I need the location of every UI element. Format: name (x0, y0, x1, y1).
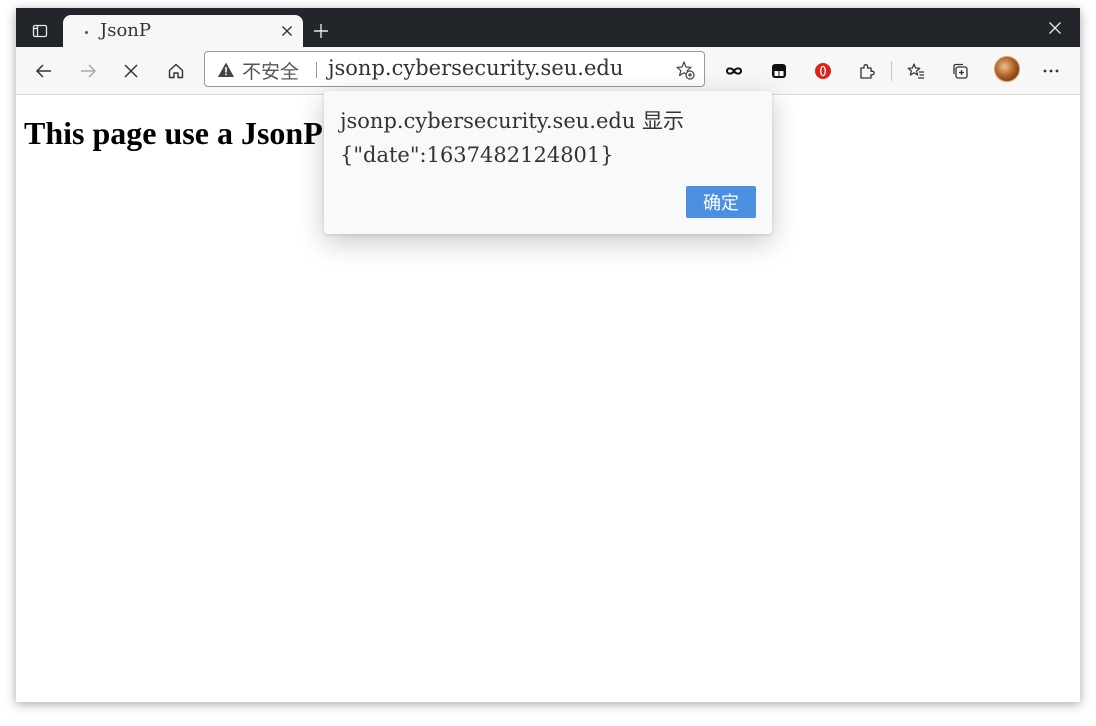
tab-title: JsonP (100, 20, 151, 41)
url-text[interactable]: jsonp.cybersecurity.seu.edu (328, 56, 623, 80)
forward-button[interactable] (73, 56, 103, 86)
arrow-left-icon (35, 64, 51, 78)
toolbar: 不安全 jsonp.cybersecurity.seu.edu (16, 47, 1080, 95)
extension-opera[interactable] (808, 56, 838, 86)
extension-infinity[interactable] (719, 56, 749, 86)
back-button[interactable] (29, 56, 59, 86)
new-tab-button[interactable] (309, 19, 333, 43)
collections-icon (953, 63, 968, 79)
window-close-button[interactable] (1044, 17, 1066, 39)
more-icon (1043, 69, 1059, 73)
close-icon (124, 64, 138, 78)
close-icon (1049, 22, 1061, 34)
collections-button[interactable] (945, 56, 975, 86)
tab-close-button[interactable] (278, 22, 296, 40)
profile-avatar[interactable] (994, 56, 1020, 82)
extension-tab[interactable] (764, 56, 794, 86)
tab-extension-icon (772, 64, 786, 78)
tab-actions-button[interactable] (26, 17, 54, 45)
toolbar-divider (891, 61, 892, 81)
home-button[interactable] (161, 56, 191, 86)
home-icon (168, 63, 184, 79)
plus-icon (314, 24, 328, 38)
stop-button[interactable] (116, 56, 146, 86)
dialog-title: jsonp.cybersecurity.seu.edu 显示 (340, 109, 685, 133)
infinity-icon (725, 67, 743, 75)
address-bar[interactable]: 不安全 jsonp.cybersecurity.seu.edu (204, 51, 705, 87)
loading-dot-icon (85, 31, 88, 34)
more-button[interactable] (1036, 56, 1066, 86)
tab-strip: JsonP (16, 8, 1080, 47)
alert-dialog: jsonp.cybersecurity.seu.edu 显示 {"date":1… (324, 91, 772, 234)
tab-actions-icon (32, 24, 48, 38)
star-list-icon (907, 63, 924, 79)
favorites-button[interactable] (901, 56, 931, 86)
page-heading: This page use a JsonP (24, 115, 323, 151)
opera-icon (815, 63, 831, 79)
extensions-button[interactable] (852, 56, 882, 86)
tab-active[interactable]: JsonP (63, 15, 303, 47)
security-label[interactable]: 不安全 (242, 57, 299, 84)
warning-icon[interactable] (217, 61, 235, 79)
puzzle-icon (860, 64, 875, 79)
star-add-icon[interactable] (675, 60, 695, 80)
address-divider (316, 62, 317, 78)
close-icon (282, 26, 292, 36)
dialog-message: {"date":1637482124801} (340, 143, 614, 167)
ok-button[interactable]: 确定 (686, 186, 756, 218)
arrow-right-icon (81, 64, 97, 78)
